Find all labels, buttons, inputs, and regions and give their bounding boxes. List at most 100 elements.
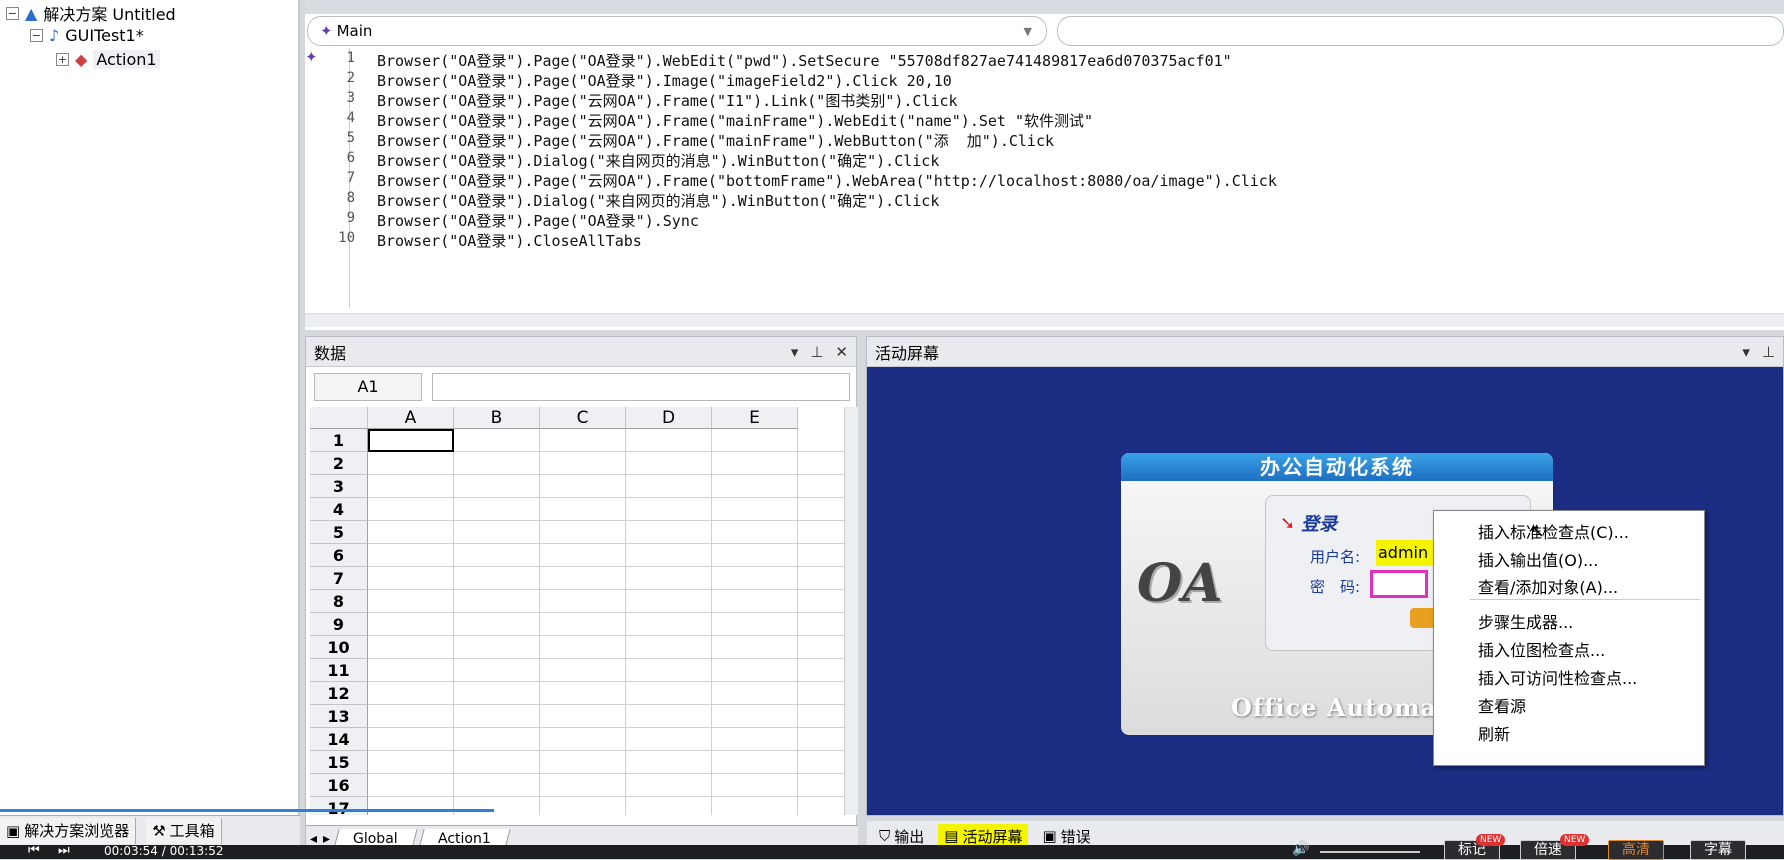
function-dropdown[interactable]: [1057, 16, 1784, 46]
panel-title: 数据: [314, 343, 347, 363]
row-header[interactable]: 2: [310, 452, 368, 475]
toolbox-icon: ⚒: [152, 821, 166, 840]
code-line[interactable]: Browser("OA登录").Page("OA登录").Sync: [377, 210, 699, 231]
context-menu-item[interactable]: 插入可访问性检查点...: [1478, 665, 1637, 689]
line-number: 6: [346, 150, 355, 166]
close-icon[interactable]: ✕: [835, 343, 848, 361]
prev-icon[interactable]: ⏮: [28, 843, 40, 858]
grid-corner[interactable]: [310, 407, 368, 429]
grid-line: [368, 474, 844, 475]
column-header[interactable]: D: [626, 407, 712, 429]
active-screen-icon: ▤: [944, 827, 959, 845]
next-icon[interactable]: ⏭: [58, 843, 70, 858]
button-label: 倍速: [1534, 842, 1562, 858]
grid-line: [368, 520, 844, 521]
row-header[interactable]: 7: [310, 567, 368, 590]
volume-icon[interactable]: 🔊: [1292, 841, 1309, 857]
row-header[interactable]: 3: [310, 475, 368, 498]
tree-item-label: 解决方案 Untitled: [43, 5, 176, 24]
context-menu-item[interactable]: 插入输出值(O)...: [1478, 547, 1598, 571]
tab-label: 活动屏幕: [962, 827, 1023, 846]
line-number: 4: [346, 110, 355, 126]
data-table-panel: 数据 ▾ ⊥ ✕ A1 A B C D E 1 2 3 4 5 6 7 8 9 10 11 12 13 14 15 16…: [305, 336, 858, 851]
column-header[interactable]: E: [712, 407, 798, 429]
row-header[interactable]: 1: [310, 429, 368, 452]
solution-explorer-panel: − ▲ 解决方案 Untitled − ♪ GUITest1* + ◆ Acti…: [0, 0, 300, 815]
code-line[interactable]: Browser("OA登录").Page("云网OA").Frame("main…: [377, 130, 1054, 151]
pin-icon[interactable]: ⊥: [810, 343, 823, 361]
formula-input[interactable]: [432, 373, 850, 401]
code-line[interactable]: Browser("OA登录").Page("云网OA").Frame("main…: [377, 110, 1093, 131]
video-progress-bar[interactable]: [0, 809, 494, 812]
vertical-scrollbar[interactable]: [844, 407, 858, 815]
cell-reference-box[interactable]: A1: [314, 373, 422, 401]
column-header[interactable]: C: [540, 407, 626, 429]
context-menu-item[interactable]: 查看/添加对象(A)...: [1478, 574, 1618, 598]
row-header[interactable]: 16: [310, 774, 368, 797]
row-header[interactable]: 9: [310, 613, 368, 636]
row-header[interactable]: 12: [310, 682, 368, 705]
row-header[interactable]: 4: [310, 498, 368, 521]
line-number: 9: [346, 210, 355, 226]
panel-menu-icon[interactable]: ▾: [1742, 343, 1750, 361]
tree-item-action[interactable]: + ◆ Action1: [56, 48, 160, 70]
context-menu-item[interactable]: 刷新: [1478, 721, 1510, 745]
collapse-icon[interactable]: −: [6, 6, 19, 20]
username-field[interactable]: admin: [1376, 540, 1436, 566]
row-header[interactable]: 6: [310, 544, 368, 567]
code-line[interactable]: Browser("OA登录").Page("OA登录").WebEdit("pw…: [377, 50, 1232, 71]
tree-item-label: GUITest1*: [65, 25, 144, 45]
context-menu-item[interactable]: 插入位图检查点...: [1478, 637, 1605, 661]
row-header[interactable]: 5: [310, 521, 368, 544]
grid-line: [368, 773, 844, 774]
tab-solution-explorer[interactable]: ▣ 解决方案浏览器: [0, 817, 137, 844]
row-header[interactable]: 8: [310, 590, 368, 613]
row-header[interactable]: 14: [310, 728, 368, 751]
password-label: 密 码:: [1310, 578, 1361, 596]
panel-menu-icon[interactable]: ▾: [791, 343, 799, 361]
login-label: 登录: [1301, 514, 1338, 535]
context-menu-item[interactable]: 查看源: [1478, 693, 1526, 717]
code-line[interactable]: Browser("OA登录").Dialog("来自网页的消息").WinBut…: [377, 190, 939, 211]
selected-cell[interactable]: [368, 429, 454, 452]
expand-icon[interactable]: +: [56, 52, 69, 66]
action-dropdown[interactable]: ✦ Main ▼: [307, 16, 1047, 46]
username-value: admin: [1378, 543, 1429, 562]
pin-icon[interactable]: ⊥: [1762, 343, 1775, 361]
row-header[interactable]: 15: [310, 751, 368, 774]
password-field[interactable]: [1370, 570, 1428, 598]
tab-toolbox[interactable]: ⚒ 工具箱: [146, 817, 222, 844]
grid-line: [368, 497, 844, 498]
chevron-down-icon[interactable]: ▼: [1024, 25, 1032, 38]
hd-button[interactable]: 高清: [1608, 840, 1664, 860]
tab-label: 解决方案浏览器: [24, 822, 130, 840]
row-header[interactable]: 10: [310, 636, 368, 659]
code-line[interactable]: Browser("OA登录").Dialog("来自网页的消息").WinBut…: [377, 150, 939, 171]
tree-item-solution[interactable]: − ▲ 解决方案 Untitled: [6, 2, 176, 24]
code-line[interactable]: Browser("OA登录").Page("OA登录").Image("imag…: [377, 70, 952, 91]
context-menu-item[interactable]: 插入标准检查点(C)...: [1478, 519, 1629, 543]
code-area[interactable]: ✦ 1 Browser("OA登录").Page("OA登录").WebEdit(…: [305, 48, 1784, 313]
code-line[interactable]: Browser("OA登录").Page("云网OA").Frame("I1")…: [377, 90, 958, 111]
panel-header: 数据 ▾ ⊥ ✕: [306, 337, 856, 367]
data-grid[interactable]: A B C D E 1 2 3 4 5 6 7 8 9 10 11 12 13 14 15 16 17: [310, 407, 844, 815]
horizontal-scrollbar[interactable]: [305, 313, 1784, 327]
tree-item-label: Action1: [93, 49, 160, 69]
row-header[interactable]: 11: [310, 659, 368, 682]
column-header[interactable]: B: [454, 407, 540, 429]
column-header[interactable]: A: [368, 407, 454, 429]
collapse-icon[interactable]: −: [30, 28, 43, 42]
code-line[interactable]: Browser("OA登录").CloseAllTabs: [377, 230, 642, 251]
code-line[interactable]: Browser("OA登录").Page("云网OA").Frame("bott…: [377, 170, 1277, 191]
row-header[interactable]: 17: [310, 797, 368, 815]
active-screen-view[interactable]: 办公自动化系统 OA ➘ 登录 用户名: admin 密 码: Office A…: [869, 369, 1781, 814]
code-editor: ✦ Main ▼ ✦ 1 Browser("OA登录").Page("OA登录")…: [305, 0, 1784, 330]
explorer-icon: ▣: [6, 821, 21, 840]
context-menu-item[interactable]: 步骤生成器...: [1478, 609, 1573, 633]
row-header[interactable]: 13: [310, 705, 368, 728]
volume-slider[interactable]: [1320, 851, 1420, 853]
solution-icon: ▲: [25, 3, 38, 23]
tree-item-test[interactable]: − ♪ GUITest1*: [30, 24, 144, 46]
grid-line: [368, 658, 844, 659]
subtitle-button[interactable]: 字幕: [1690, 840, 1746, 860]
